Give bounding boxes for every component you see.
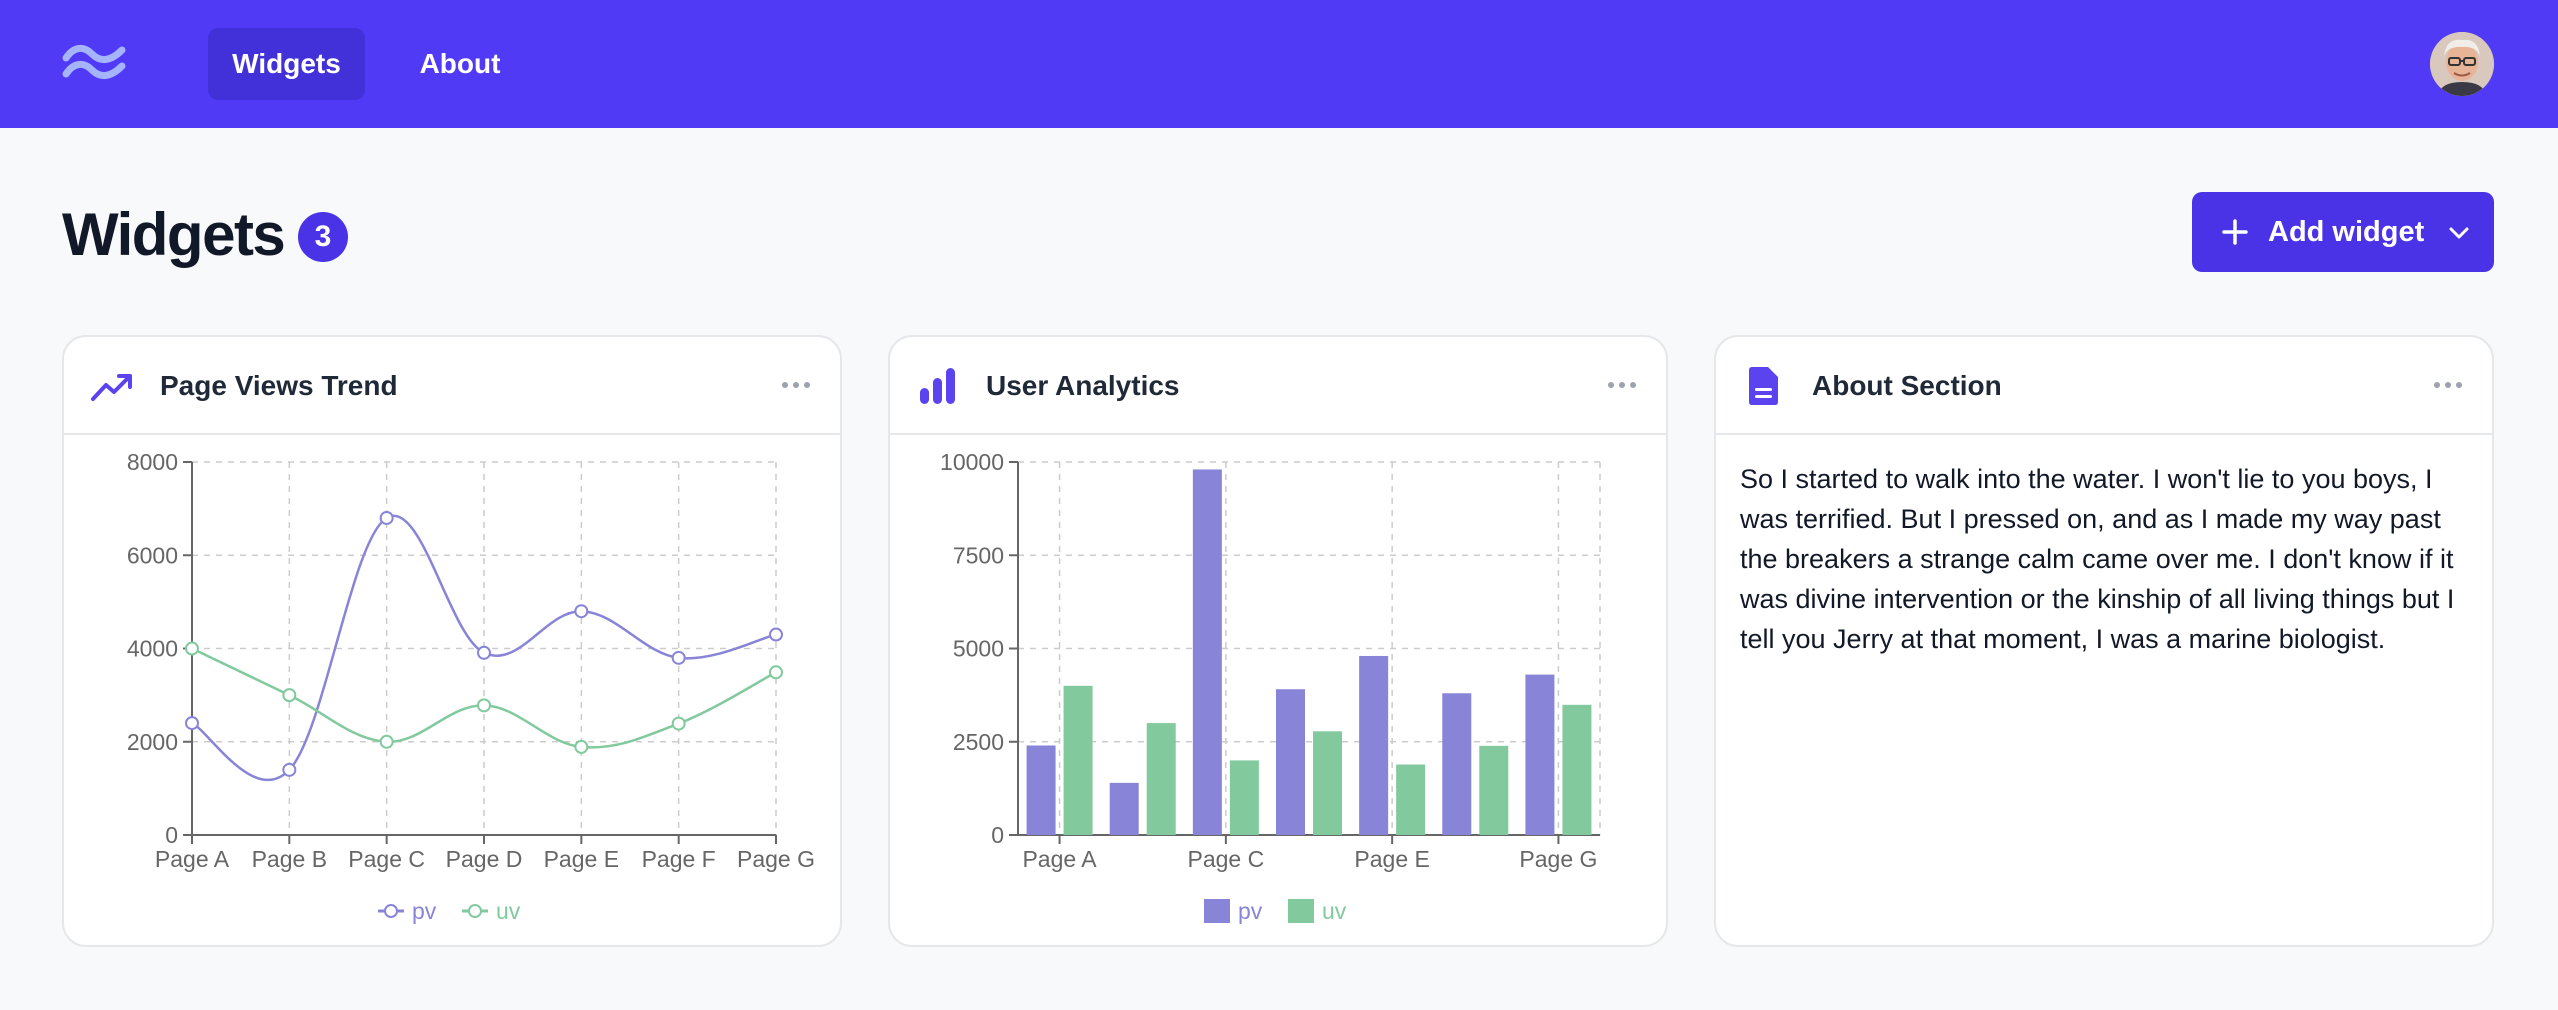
- legend-label: uv: [496, 898, 521, 924]
- data-point-uv: [379, 734, 394, 749]
- bar-pv: [1525, 674, 1555, 835]
- about-text: So I started to walk into the water. I w…: [1740, 464, 2455, 654]
- y-tick-label: 0: [165, 822, 178, 848]
- data-point-uv: [769, 665, 783, 680]
- bar-pv: [1442, 693, 1472, 835]
- y-tick-label: 6000: [127, 542, 178, 568]
- y-tick-label: 7500: [953, 542, 1004, 568]
- legend-swatch: [1288, 899, 1314, 923]
- chevron-down-icon: [2449, 227, 2469, 239]
- plus-icon: [2222, 219, 2248, 245]
- trending-up-icon: [91, 374, 132, 401]
- legend-swatch: [468, 904, 482, 918]
- bar-uv: [1313, 731, 1342, 835]
- widget-card-page-views: Page Views Trend 0 2000 4000 6000 8000 Page A…: [62, 335, 842, 947]
- bar-pv: [1359, 655, 1389, 835]
- data-point-pv: [671, 650, 686, 665]
- bar-uv: [1479, 745, 1509, 835]
- bar-uv: [1396, 764, 1426, 835]
- legend-swatch: [384, 904, 398, 918]
- card-header: Page Views Trend: [64, 337, 840, 435]
- more-options-icon[interactable]: [780, 373, 812, 397]
- user-analytics-bar-chart: 0 2500 5000 7500 10000 Page A Page C Page E Page…: [940, 449, 1601, 924]
- bar-pv: [1109, 782, 1139, 835]
- tailwind-logo-icon[interactable]: [62, 40, 130, 84]
- bar-pv: [1276, 689, 1305, 835]
- card-title: User Analytics: [986, 370, 1180, 401]
- document-icon: [1749, 367, 1778, 405]
- bar-chart-icon: [920, 368, 955, 404]
- data-point-pv: [282, 762, 297, 777]
- data-point-pv: [574, 604, 589, 619]
- legend-label: uv: [1322, 898, 1347, 924]
- data-point-pv: [185, 716, 199, 731]
- data-point-uv: [185, 641, 199, 656]
- page-views-line-chart: 0 2000 4000 6000 8000 Page A Page B Page C Page …: [127, 449, 815, 924]
- bar-uv: [1146, 723, 1176, 835]
- x-tick-label: Page A: [1022, 846, 1097, 872]
- page-title: Widgets: [62, 201, 286, 268]
- x-tick-label: Page D: [446, 846, 523, 872]
- card-header: About Section: [1716, 337, 2492, 435]
- legend-label: pv: [412, 898, 437, 924]
- nav-tab-about[interactable]: About: [402, 28, 518, 100]
- y-tick-label: 10000: [940, 449, 1004, 475]
- widget-card-about: About Section So I started to walk into …: [1714, 335, 2494, 947]
- card-header: User Analytics: [890, 337, 1666, 435]
- x-tick-label: Page C: [348, 846, 425, 872]
- x-tick-label: Page B: [252, 846, 327, 872]
- data-point-pv: [769, 627, 783, 642]
- x-tick-label: Page A: [155, 846, 230, 872]
- y-tick-label: 2500: [953, 729, 1004, 755]
- x-tick-label: Page E: [544, 846, 619, 872]
- bar-uv: [1063, 685, 1093, 835]
- y-tick-label: 4000: [127, 636, 178, 662]
- series-line-uv: [191, 647, 777, 749]
- x-tick-label: Page F: [642, 846, 716, 872]
- x-tick-label: Page G: [1519, 846, 1597, 872]
- y-tick-label: 5000: [953, 636, 1004, 662]
- bar-uv: [1562, 704, 1592, 835]
- data-point-uv: [477, 698, 491, 713]
- bar-uv: [1229, 760, 1259, 835]
- legend-swatch: [1204, 899, 1230, 923]
- top-navbar: Widgets About: [0, 0, 2558, 128]
- y-tick-label: 2000: [127, 729, 178, 755]
- card-title: Page Views Trend: [160, 370, 398, 401]
- widget-card-user-analytics: User Analytics 0 2500 5000 7500 10000 Page A P…: [888, 335, 1668, 947]
- add-widget-label: Add widget: [2268, 216, 2425, 248]
- y-tick-label: 8000: [127, 449, 178, 475]
- x-tick-label: Page E: [1354, 846, 1429, 872]
- y-tick-label: 0: [991, 822, 1004, 848]
- data-point-uv: [671, 716, 686, 731]
- widget-count-badge: 3: [298, 212, 348, 262]
- more-options-icon[interactable]: [1606, 373, 1638, 397]
- user-avatar[interactable]: [2430, 32, 2494, 96]
- bar-pv: [1192, 469, 1222, 835]
- data-point-uv: [574, 739, 589, 754]
- card-title: About Section: [1812, 370, 2002, 401]
- x-tick-label: Page C: [1187, 846, 1264, 872]
- legend-label: pv: [1238, 898, 1263, 924]
- data-point-pv: [477, 645, 491, 660]
- avatar-portrait: [2430, 32, 2494, 96]
- data-point-pv: [379, 510, 394, 525]
- add-widget-button[interactable]: Add widget: [2192, 192, 2494, 272]
- data-point-uv: [282, 688, 297, 703]
- bar-pv: [1026, 745, 1056, 835]
- x-tick-label: Page G: [737, 846, 815, 872]
- nav-tab-widgets[interactable]: Widgets: [208, 28, 365, 100]
- more-options-icon[interactable]: [2432, 373, 2464, 397]
